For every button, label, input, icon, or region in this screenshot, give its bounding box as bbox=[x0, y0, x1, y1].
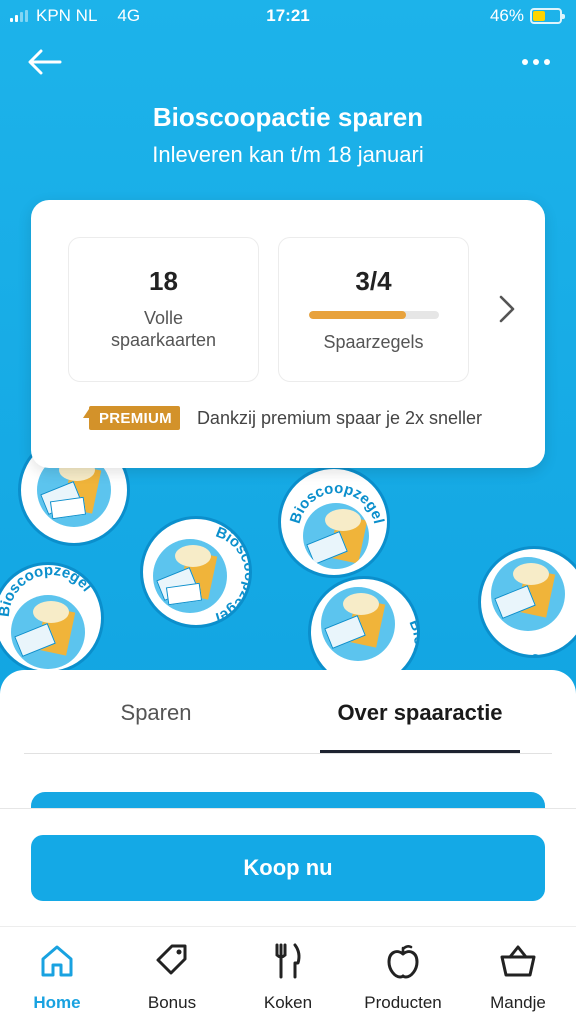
stamp-illustration: Bioscoopzegel bbox=[140, 516, 252, 628]
tabs-divider bbox=[24, 753, 552, 754]
savings-card: 18 Volle spaarkaarten 3/4 Spaarzegels PRE… bbox=[31, 200, 545, 468]
stamps-label: Spaarzegels bbox=[323, 332, 424, 352]
page-title: Bioscoopactie sparen bbox=[152, 102, 424, 132]
apple-icon bbox=[387, 945, 419, 979]
arrow-left-icon bbox=[28, 49, 62, 75]
cutlery-icon bbox=[275, 943, 301, 979]
next-button[interactable] bbox=[495, 294, 519, 324]
premium-info: PREMIUM Dankzij premium spaar je 2x snel… bbox=[83, 406, 483, 430]
nav-item-home[interactable]: Home bbox=[2, 941, 112, 1013]
full-cards-tile: 18 Volle spaarkaarten bbox=[68, 237, 259, 382]
nav-item-producten[interactable]: Producten bbox=[348, 941, 458, 1013]
stamps-progress-bar bbox=[308, 311, 439, 319]
battery-percent: 46% bbox=[489, 6, 524, 25]
premium-badge: PREMIUM bbox=[83, 406, 180, 430]
status-bar: KPN NL 4G 17:21 46% bbox=[0, 0, 576, 32]
dot-icon bbox=[522, 59, 528, 65]
full-cards-label: Volle spaarkaarten bbox=[110, 308, 217, 350]
battery-icon bbox=[530, 8, 565, 24]
tag-icon bbox=[156, 944, 187, 975]
page-subtitle: Inleveren kan t/m 18 januari bbox=[152, 142, 424, 167]
stamps-tile: 3/4 Spaarzegels bbox=[278, 237, 469, 382]
nav-item-bonus[interactable]: Bonus bbox=[117, 941, 227, 1013]
buy-area: Koop nu bbox=[0, 808, 576, 926]
premium-text: Dankzij premium spaar je 2x sneller bbox=[196, 407, 483, 428]
chevron-right-icon bbox=[499, 295, 515, 323]
active-tab-indicator bbox=[320, 750, 520, 753]
top-navigation bbox=[0, 40, 576, 84]
buy-now-button[interactable]: Koop nu bbox=[31, 835, 545, 901]
basket-icon bbox=[500, 945, 536, 977]
stamp-illustration: Bioscoopzegel bbox=[278, 466, 390, 578]
stamps-count: 3/4 bbox=[355, 266, 392, 296]
more-options-button[interactable] bbox=[510, 44, 550, 80]
nav-item-koken[interactable]: Koken bbox=[233, 941, 343, 1013]
dot-icon bbox=[533, 59, 539, 65]
home-icon bbox=[41, 945, 73, 977]
nav-item-mandje[interactable]: Mandje bbox=[463, 941, 573, 1013]
stamp-illustration: Bioscoopzegel bbox=[478, 546, 576, 658]
back-button[interactable] bbox=[28, 44, 68, 80]
full-cards-count: 18 bbox=[149, 266, 178, 296]
tab-sparen[interactable]: Sparen bbox=[24, 700, 288, 760]
dot-icon bbox=[544, 59, 550, 65]
stamp-illustration: Bioscoopzegel bbox=[0, 562, 104, 674]
bottom-navigation: Home Bonus Koken Producten Mandje bbox=[0, 926, 576, 1024]
